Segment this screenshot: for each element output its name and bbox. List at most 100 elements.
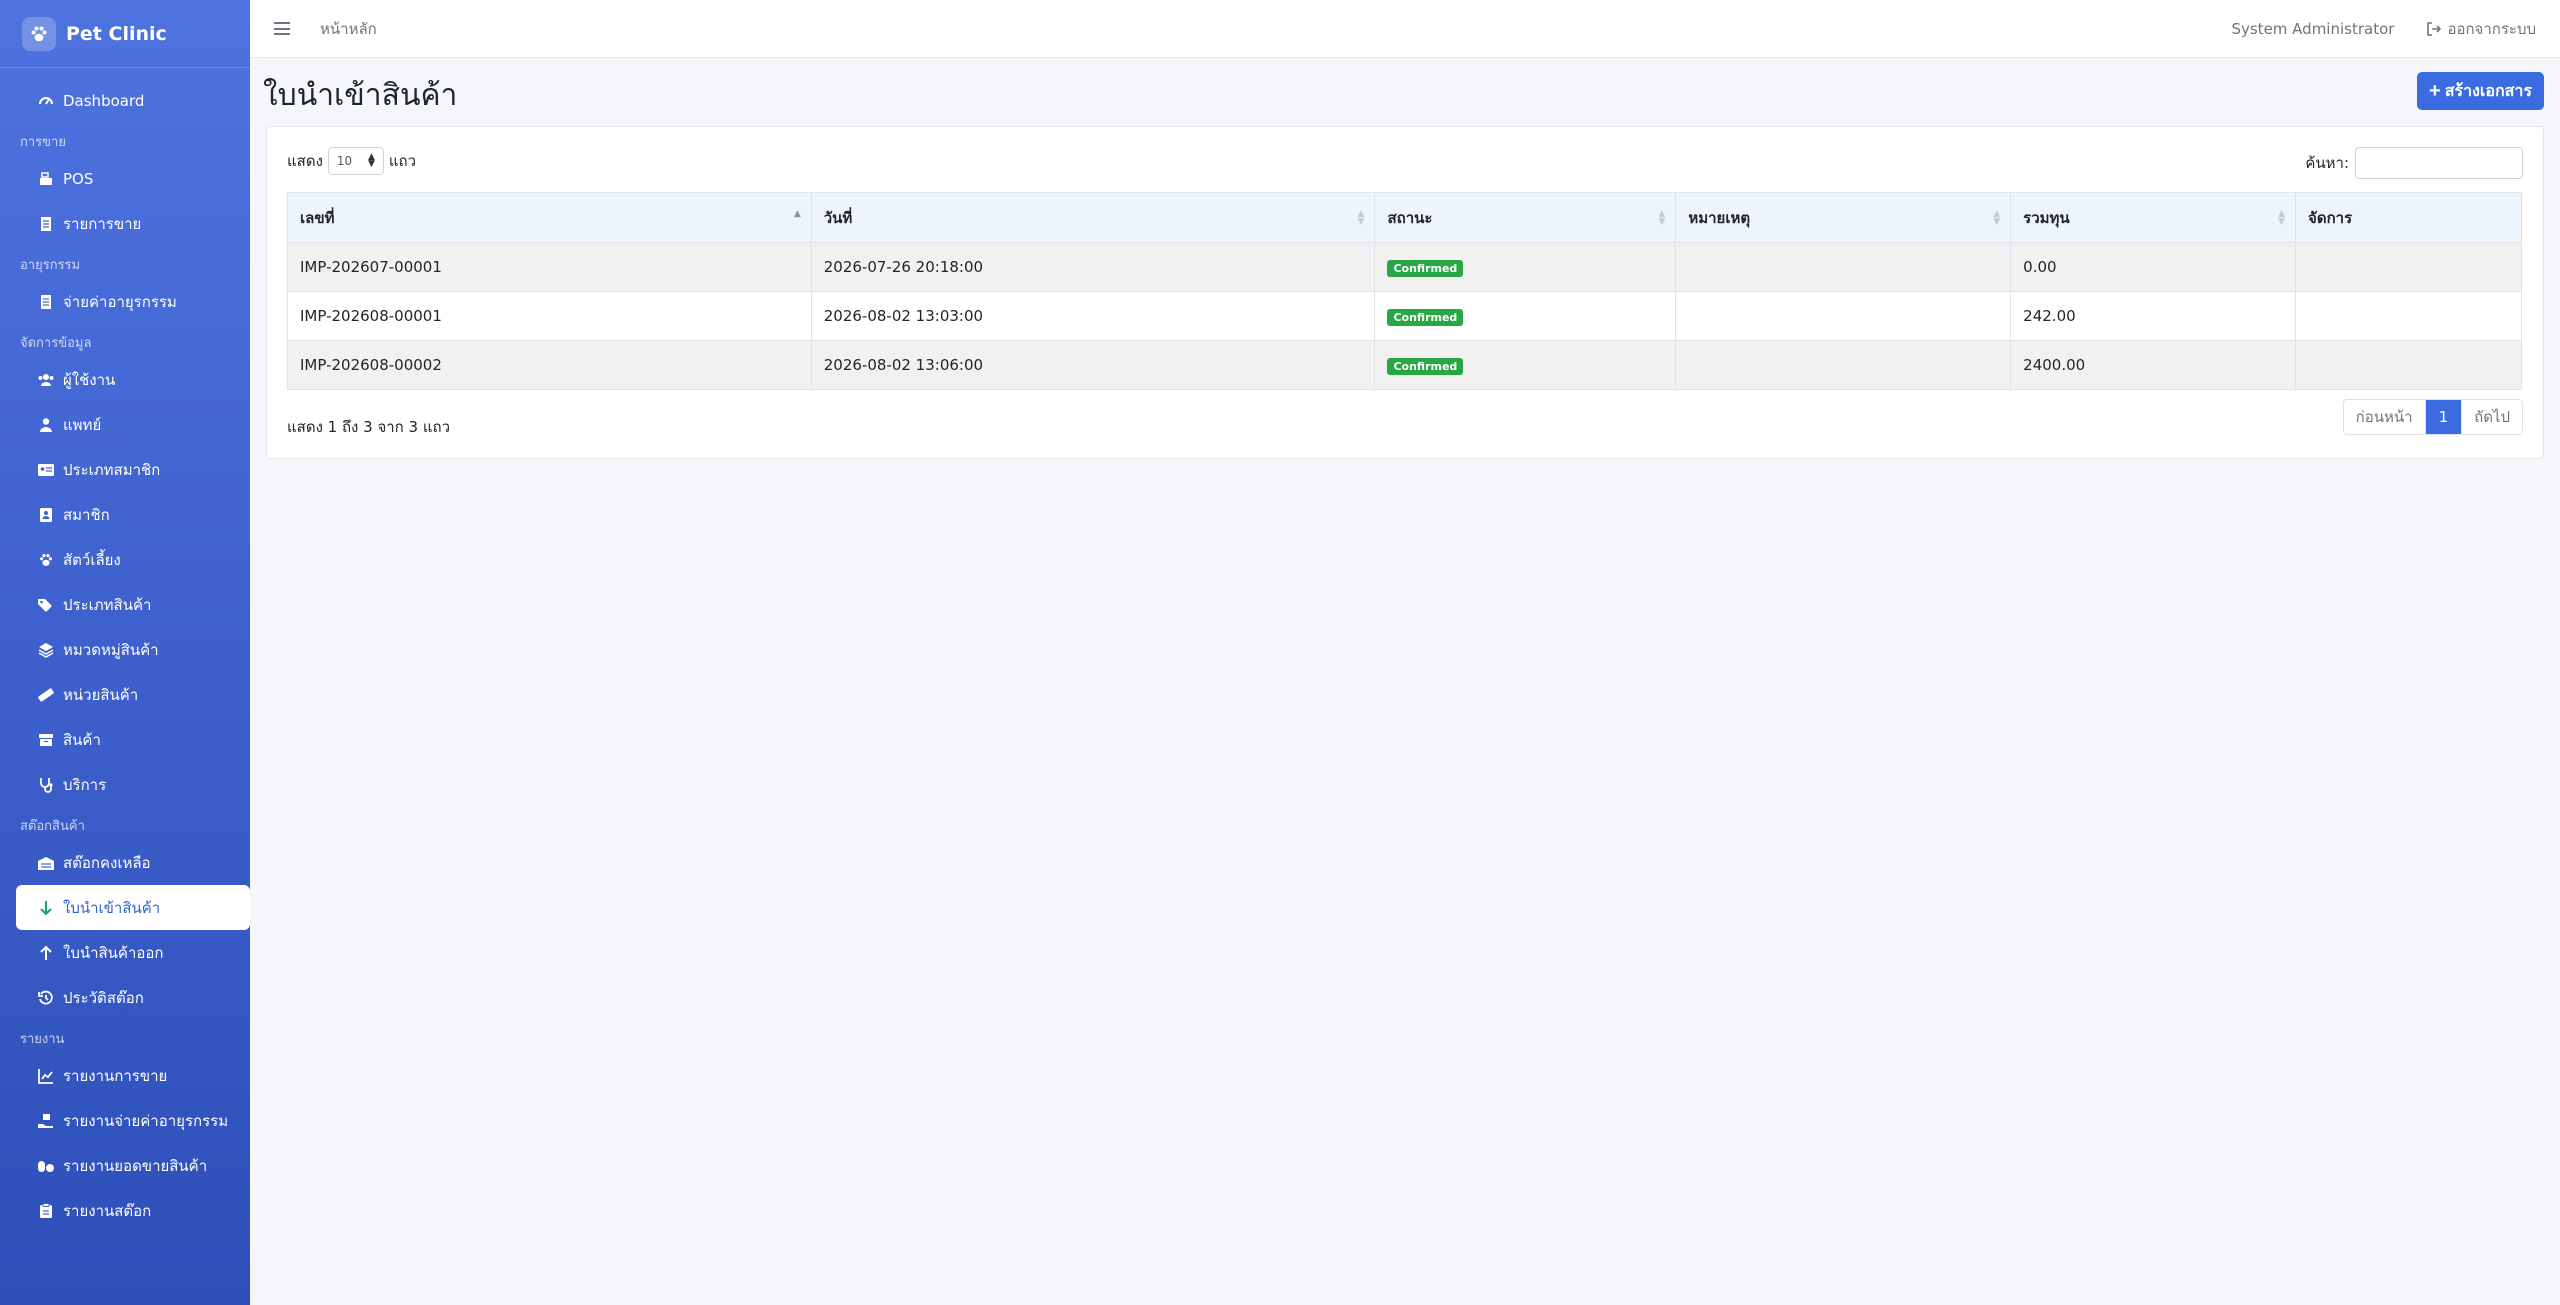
search-input[interactable] [2355, 147, 2523, 179]
sidebar-item-doctors[interactable]: แพทย์ [16, 402, 250, 447]
length-suffix: แถว [388, 152, 417, 170]
select-arrows-icon: ▲ ▼ [367, 152, 375, 169]
sidebar: Pet Clinic Dashboard การขาย POS รายการขา… [0, 0, 250, 1305]
column-header-date[interactable]: วันที่ ▲ ▼ [811, 192, 1376, 243]
cell-total-cost: 2400.00 [2010, 340, 2297, 390]
arrow-up-icon [35, 944, 57, 962]
sidebar-item-label: ประวัติสต๊อก [63, 988, 144, 1007]
sidebar-item-stock-report[interactable]: รายงานสต๊อก [16, 1188, 250, 1233]
brand[interactable]: Pet Clinic [0, 0, 250, 68]
sidebar-item-product-categories[interactable]: หมวดหมู่สินค้า [16, 627, 250, 672]
sort-icon: ▲ ▼ [1357, 209, 1365, 227]
sidebar-item-services[interactable]: บริการ [16, 762, 250, 807]
sidebar-item-stock-export[interactable]: ใบนำสินค้าออก [16, 930, 250, 975]
clipboard-icon [35, 1202, 57, 1220]
hand-money-icon [35, 1112, 57, 1130]
topbar-right: System Administrator ออกจากระบบ [2231, 17, 2536, 41]
warehouse-icon [35, 854, 57, 872]
column-header-number[interactable]: เลขที่ ▲ [287, 192, 812, 243]
sidebar-item-product-units[interactable]: หน่วยสินค้า [16, 672, 250, 717]
sidebar-section-stock: สต๊อกสินค้า [20, 819, 85, 834]
column-header-note[interactable]: หมายเหตุ ▲ ▼ [1675, 192, 2012, 243]
cash-register-icon [35, 170, 57, 188]
sidebar-section-reports: รายงาน [20, 1032, 65, 1047]
ruler-icon [35, 686, 57, 704]
sidebar-item-medical-report[interactable]: รายงานจ่ายค่าอายุรกรรม [16, 1098, 250, 1143]
sidebar-nav: Dashboard การขาย POS รายการขาย อายุรกรรม… [0, 68, 250, 1233]
logout-label: ออกจากระบบ [2447, 19, 2536, 38]
sidebar-item-stock-history[interactable]: ประวัติสต๊อก [16, 975, 250, 1020]
cell-total-cost: 242.00 [2010, 291, 2297, 341]
table-row[interactable]: IMP-202607-00001 2026-07-26 20:18:00 Con… [287, 242, 2522, 292]
doctor-icon [35, 416, 57, 434]
search-label: ค้นหา: [2305, 154, 2349, 172]
import-table: เลขที่ ▲ วันที่ ▲ ▼ สถานะ ▲ ▼ หมายเหตุ ▲ ▼ รวมท… [287, 192, 2522, 390]
cell-number: IMP-202608-00001 [287, 291, 812, 341]
pills-icon [35, 1157, 57, 1175]
logout-button[interactable]: ออกจากระบบ [2426, 17, 2536, 41]
page-1-button[interactable]: 1 [2425, 400, 2463, 434]
breadcrumb-home[interactable]: หน้าหลัก [320, 17, 377, 41]
sidebar-item-sales-list[interactable]: รายการขาย [16, 201, 250, 246]
status-badge: Confirmed [1387, 357, 1464, 375]
sidebar-section-medical: อายุรกรรม [20, 258, 81, 273]
sidebar-item-pets[interactable]: สัตว์เลี้ยง [16, 537, 250, 582]
table-row[interactable]: IMP-202608-00002 2026-08-02 13:06:00 Con… [287, 340, 2522, 390]
tags-icon [35, 596, 57, 614]
arrow-down-icon [35, 899, 57, 917]
cell-date: 2026-08-02 13:03:00 [811, 291, 1376, 341]
sidebar-item-product-sales-report[interactable]: รายงานยอดขายสินค้า [16, 1143, 250, 1188]
gauge-icon [35, 92, 57, 110]
status-badge: Confirmed [1387, 308, 1464, 326]
sidebar-item-label: ใบนำสินค้าออก [63, 943, 164, 962]
cell-note [1675, 340, 2012, 390]
chart-line-icon [35, 1067, 57, 1085]
stethoscope-icon [35, 776, 57, 794]
main-content: ใบนำเข้าสินค้า + สร้างเอกสาร แสดง 10 ▲ ▼ … [250, 58, 2560, 1305]
cell-date: 2026-07-26 20:18:00 [811, 242, 1376, 292]
cell-total-cost: 0.00 [2010, 242, 2297, 292]
cell-actions [2295, 291, 2522, 341]
sidebar-item-products[interactable]: สินค้า [16, 717, 250, 762]
sidebar-item-label: รายงานจ่ายค่าอายุรกรรม [63, 1111, 229, 1130]
next-page-button[interactable]: ถัดไป [2462, 400, 2522, 434]
column-header-total-cost[interactable]: รวมทุน ▲ ▼ [2010, 192, 2297, 243]
sidebar-item-label: บริการ [63, 775, 107, 794]
sidebar-item-users[interactable]: ผู้ใช้งาน [16, 357, 250, 402]
table-row[interactable]: IMP-202608-00001 2026-08-02 13:03:00 Con… [287, 291, 2522, 341]
user-name[interactable]: System Administrator [2231, 20, 2394, 38]
sidebar-item-sales-report[interactable]: รายงานการขาย [16, 1053, 250, 1098]
sidebar-item-label: สินค้า [63, 730, 101, 749]
cell-status: Confirmed [1374, 340, 1677, 390]
box-icon [35, 731, 57, 749]
sidebar-item-product-types[interactable]: ประเภทสินค้า [16, 582, 250, 627]
history-icon [35, 989, 57, 1007]
status-badge: Confirmed [1387, 259, 1464, 277]
previous-page-button[interactable]: ก่อนหน้า [2343, 400, 2426, 434]
table-header-row: เลขที่ ▲ วันที่ ▲ ▼ สถานะ ▲ ▼ หมายเหตุ ▲ ▼ รวมท… [287, 192, 2522, 243]
sidebar-item-pos[interactable]: POS [16, 156, 250, 201]
sidebar-item-stock-import[interactable]: ใบนำเข้าสินค้า [16, 885, 250, 930]
paw-logo-icon [22, 16, 56, 51]
brand-name: Pet Clinic [66, 22, 167, 45]
sidebar-item-dashboard[interactable]: Dashboard [16, 78, 250, 123]
sidebar-item-label: ประเภทสินค้า [63, 595, 152, 614]
cell-status: Confirmed [1374, 291, 1677, 341]
sidebar-item-label: หน่วยสินค้า [63, 685, 139, 704]
sidebar-item-stock-remaining[interactable]: สต๊อกคงเหลือ [16, 840, 250, 885]
sidebar-item-label: สัตว์เลี้ยง [63, 550, 121, 569]
sidebar-item-member-types[interactable]: ประเภทสมาชิก [16, 447, 250, 492]
pagination: ก่อนหน้า 1 ถัดไป [2342, 399, 2523, 435]
create-document-button[interactable]: + สร้างเอกสาร [2417, 72, 2544, 110]
page-length-select[interactable]: 10 ▲ ▼ [327, 147, 384, 175]
cell-note [1675, 242, 2012, 292]
sidebar-item-label: POS [63, 169, 94, 188]
sidebar-item-members[interactable]: สมาชิก [16, 492, 250, 537]
topbar: หน้าหลัก System Administrator ออกจากระบบ [250, 0, 2560, 58]
table-info: แสดง 1 ถึง 3 จาก 3 แถว [287, 418, 451, 436]
menu-toggle-icon[interactable] [274, 22, 290, 35]
sidebar-item-medical-payment[interactable]: จ่ายค่าอายุรกรรม [16, 279, 250, 324]
sort-icon: ▲ ▼ [2278, 209, 2286, 227]
column-header-status[interactable]: สถานะ ▲ ▼ [1374, 192, 1677, 243]
search-control: ค้นหา: [2305, 147, 2523, 179]
